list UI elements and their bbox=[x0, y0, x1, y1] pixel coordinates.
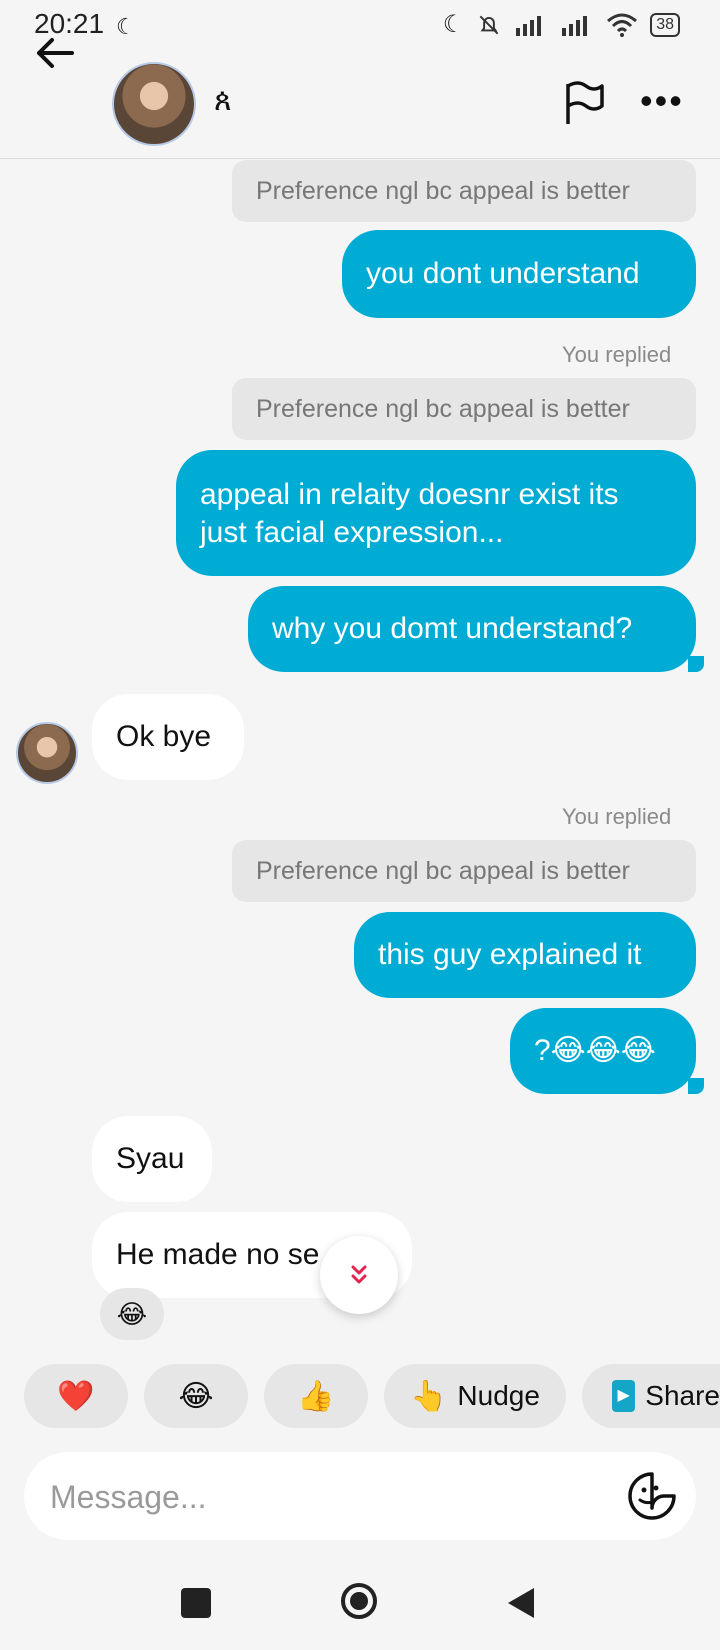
contact-name[interactable]: ጰ bbox=[214, 84, 232, 118]
nudge-label: Nudge bbox=[457, 1380, 540, 1411]
outgoing-message[interactable]: you dont understand bbox=[342, 230, 696, 318]
night-mode-icon: ☾ bbox=[116, 14, 136, 39]
moon-icon: ☾ bbox=[442, 11, 465, 38]
nav-back-button[interactable] bbox=[506, 1586, 536, 1620]
quick-reaction-heart[interactable]: ❤️ bbox=[24, 1364, 128, 1428]
outgoing-message[interactable]: why you domt understand? bbox=[248, 586, 696, 672]
contact-avatar[interactable] bbox=[112, 62, 196, 146]
you-replied-label: You replied bbox=[562, 342, 672, 367]
share-button[interactable]: ▶ Share bbox=[582, 1364, 720, 1428]
reply-preview[interactable]: Preference ngl bc appeal is better bbox=[232, 378, 696, 440]
contact-avatar-small[interactable] bbox=[16, 722, 78, 784]
quick-reaction-laugh[interactable]: 😂 bbox=[144, 1364, 248, 1428]
home-button[interactable] bbox=[340, 1582, 378, 1620]
signal-icon bbox=[562, 15, 588, 36]
sticker-icon[interactable] bbox=[626, 1470, 678, 1522]
message-composer bbox=[24, 1452, 696, 1540]
recent-apps-button[interactable] bbox=[181, 1588, 211, 1618]
outgoing-message[interactable]: this guy explained it bbox=[354, 912, 696, 998]
share-play-icon: ▶ bbox=[612, 1380, 636, 1412]
message-reaction[interactable]: 😂 bbox=[100, 1288, 164, 1340]
quick-reaction-thumbs-up[interactable]: 👍 bbox=[264, 1364, 368, 1428]
heart-icon: ❤️ bbox=[57, 1379, 95, 1413]
signal-icon bbox=[516, 15, 542, 36]
scroll-to-bottom-button[interactable] bbox=[320, 1236, 398, 1314]
bubble-tail bbox=[688, 656, 704, 672]
message-input[interactable] bbox=[48, 1472, 612, 1522]
pointing-hand-icon: 👆 bbox=[410, 1379, 448, 1413]
incoming-message[interactable]: Ok bye bbox=[92, 694, 244, 780]
laughing-face-icon: 😂 bbox=[178, 1379, 214, 1413]
you-replied-label: You replied bbox=[562, 804, 672, 829]
muted-bell-icon bbox=[479, 15, 499, 34]
battery-indicator: 38 bbox=[650, 12, 680, 37]
incoming-message[interactable]: Syau bbox=[92, 1116, 212, 1202]
chat-header bbox=[0, 56, 720, 159]
flag-icon[interactable] bbox=[562, 80, 606, 126]
double-chevron-down-icon bbox=[351, 1265, 367, 1284]
nudge-button[interactable]: 👆 Nudge bbox=[384, 1364, 566, 1428]
reply-preview[interactable]: Preference ngl bc appeal is better bbox=[232, 840, 696, 902]
outgoing-message[interactable]: appeal in relaity doesnr exist its just … bbox=[176, 450, 696, 576]
reply-preview[interactable]: Preference ngl bc appeal is better bbox=[232, 160, 696, 222]
thumbs-up-icon: 👍 bbox=[297, 1379, 335, 1413]
status-icons: ☾ 38 bbox=[443, 10, 680, 39]
wifi-icon bbox=[607, 13, 638, 37]
outgoing-message[interactable]: ?😂😂😂 bbox=[510, 1008, 696, 1094]
bubble-tail bbox=[688, 1078, 704, 1094]
more-options-icon[interactable]: ••• bbox=[640, 80, 684, 122]
back-arrow-icon[interactable] bbox=[30, 28, 80, 78]
share-label: Share bbox=[645, 1380, 720, 1411]
